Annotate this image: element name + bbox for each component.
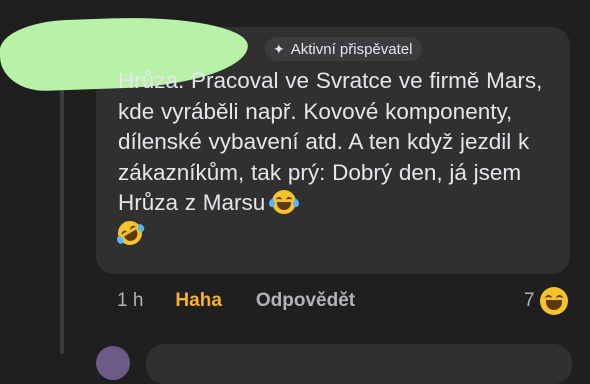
comment-text-main: Hrůza. Pracoval ve Svratce ve firmě Mars… [118,68,543,215]
grinning-squinting-face-icon [539,287,568,315]
face-with-tears-of-joy-icon [269,190,300,214]
reply-button[interactable]: Odpovědět [256,290,355,312]
badge-label: Aktivní přispěvatel [290,40,413,58]
comment-time[interactable]: 1 h [117,290,143,312]
star-icon: ✦ [273,41,285,57]
next-comment-bubble [146,344,572,384]
reaction-summary[interactable]: 7 [524,287,568,315]
comment-text: Hrůza. Pracoval ve Svratce ve firmě Mars… [113,66,564,249]
next-comment-avatar[interactable] [96,346,130,380]
haha-reaction-button[interactable]: Haha [175,290,221,312]
comment-actions: 1 h Haha Odpovědět [117,287,355,315]
thread-line [60,52,64,354]
reaction-count: 7 [524,290,535,311]
active-contributor-badge: ✦ Aktivní přispěvatel [265,37,423,61]
rolling-on-the-floor-laughing-icon [113,216,147,249]
